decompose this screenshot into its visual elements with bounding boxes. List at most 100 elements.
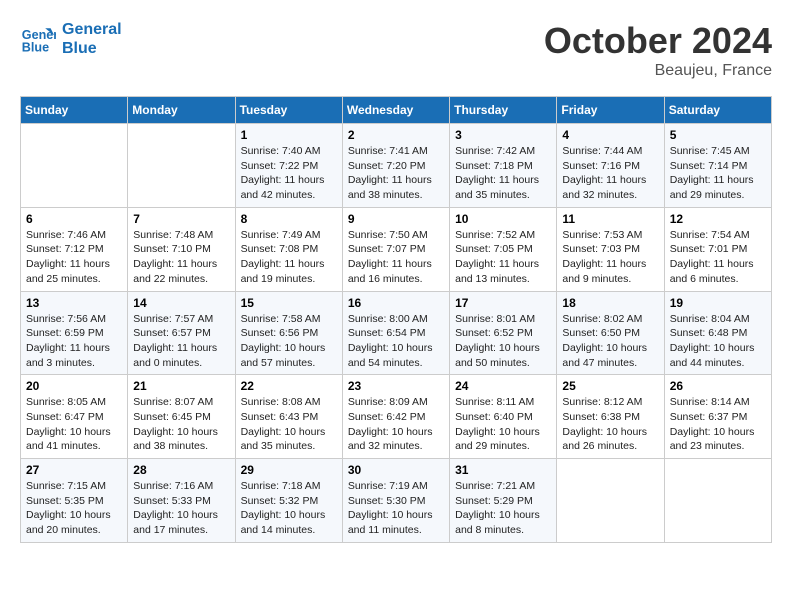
cell-daylight-info: Sunrise: 7:45 AMSunset: 7:14 PMDaylight:… — [670, 144, 766, 203]
cell-daylight-info: Sunrise: 8:14 AMSunset: 6:37 PMDaylight:… — [670, 395, 766, 454]
calendar-cell: 28 Sunrise: 7:16 AMSunset: 5:33 PMDayligh… — [128, 459, 235, 543]
svg-text:Blue: Blue — [22, 41, 49, 55]
weekday-header-thursday: Thursday — [450, 97, 557, 124]
weekday-header-wednesday: Wednesday — [342, 97, 449, 124]
calendar-cell: 17 Sunrise: 8:01 AMSunset: 6:52 PMDayligh… — [450, 291, 557, 375]
day-number: 7 — [133, 212, 229, 226]
cell-daylight-info: Sunrise: 7:46 AMSunset: 7:12 PMDaylight:… — [26, 228, 122, 287]
logo-general: General — [62, 20, 122, 39]
cell-daylight-info: Sunrise: 7:42 AMSunset: 7:18 PMDaylight:… — [455, 144, 551, 203]
calendar-week-row: 13 Sunrise: 7:56 AMSunset: 6:59 PMDayligh… — [21, 291, 772, 375]
calendar-cell: 13 Sunrise: 7:56 AMSunset: 6:59 PMDayligh… — [21, 291, 128, 375]
cell-daylight-info: Sunrise: 7:44 AMSunset: 7:16 PMDaylight:… — [562, 144, 658, 203]
cell-daylight-info: Sunrise: 7:16 AMSunset: 5:33 PMDaylight:… — [133, 479, 229, 538]
cell-daylight-info: Sunrise: 7:56 AMSunset: 6:59 PMDaylight:… — [26, 312, 122, 371]
day-number: 9 — [348, 212, 444, 226]
day-number: 19 — [670, 296, 766, 310]
calendar-cell: 31Sunrise: 7:21 AMSunset: 5:29 PMDayligh… — [450, 459, 557, 543]
calendar-cell: 6 Sunrise: 7:46 AMSunset: 7:12 PMDaylight… — [21, 207, 128, 291]
day-number: 25 — [562, 379, 658, 393]
calendar-cell: 23 Sunrise: 8:09 AMSunset: 6:42 PMDayligh… — [342, 375, 449, 459]
day-number: 15 — [241, 296, 337, 310]
day-number: 16 — [348, 296, 444, 310]
cell-daylight-info: Sunrise: 7:49 AMSunset: 7:08 PMDaylight:… — [241, 228, 337, 287]
day-number: 13 — [26, 296, 122, 310]
calendar-table: SundayMondayTuesdayWednesdayThursdayFrid… — [20, 96, 772, 543]
day-number: 4 — [562, 128, 658, 142]
day-number: 21 — [133, 379, 229, 393]
calendar-cell — [128, 124, 235, 208]
cell-daylight-info: Sunrise: 7:40 AMSunset: 7:22 PMDaylight:… — [241, 144, 337, 203]
day-number: 6 — [26, 212, 122, 226]
cell-daylight-info: Sunrise: 8:07 AMSunset: 6:45 PMDaylight:… — [133, 395, 229, 454]
day-number: 14 — [133, 296, 229, 310]
day-number: 28 — [133, 463, 229, 477]
page-header: General Blue General Blue October 2024 B… — [20, 20, 772, 80]
calendar-cell: 20Sunrise: 8:05 AMSunset: 6:47 PMDayligh… — [21, 375, 128, 459]
day-number: 27 — [26, 463, 122, 477]
calendar-week-row: 20Sunrise: 8:05 AMSunset: 6:47 PMDayligh… — [21, 375, 772, 459]
cell-daylight-info: Sunrise: 8:12 AMSunset: 6:38 PMDaylight:… — [562, 395, 658, 454]
day-number: 20 — [26, 379, 122, 393]
day-number: 30 — [348, 463, 444, 477]
weekday-header-row: SundayMondayTuesdayWednesdayThursdayFrid… — [21, 97, 772, 124]
cell-daylight-info: Sunrise: 7:15 AMSunset: 5:35 PMDaylight:… — [26, 479, 122, 538]
calendar-cell — [664, 459, 771, 543]
calendar-cell — [21, 124, 128, 208]
cell-daylight-info: Sunrise: 8:00 AMSunset: 6:54 PMDaylight:… — [348, 312, 444, 371]
cell-daylight-info: Sunrise: 8:04 AMSunset: 6:48 PMDaylight:… — [670, 312, 766, 371]
day-number: 17 — [455, 296, 551, 310]
day-number: 22 — [241, 379, 337, 393]
cell-daylight-info: Sunrise: 7:54 AMSunset: 7:01 PMDaylight:… — [670, 228, 766, 287]
day-number: 10 — [455, 212, 551, 226]
location: Beaujeu, France — [544, 62, 772, 80]
cell-daylight-info: Sunrise: 7:18 AMSunset: 5:32 PMDaylight:… — [241, 479, 337, 538]
calendar-cell: 16 Sunrise: 8:00 AMSunset: 6:54 PMDayligh… — [342, 291, 449, 375]
day-number: 8 — [241, 212, 337, 226]
day-number: 29 — [241, 463, 337, 477]
calendar-cell — [557, 459, 664, 543]
cell-daylight-info: Sunrise: 8:09 AMSunset: 6:42 PMDaylight:… — [348, 395, 444, 454]
day-number: 1 — [241, 128, 337, 142]
cell-daylight-info: Sunrise: 8:02 AMSunset: 6:50 PMDaylight:… — [562, 312, 658, 371]
day-number: 23 — [348, 379, 444, 393]
calendar-week-row: 27 Sunrise: 7:15 AMSunset: 5:35 PMDayligh… — [21, 459, 772, 543]
calendar-cell: 15 Sunrise: 7:58 AMSunset: 6:56 PMDayligh… — [235, 291, 342, 375]
weekday-header-sunday: Sunday — [21, 97, 128, 124]
calendar-cell: 12 Sunrise: 7:54 AMSunset: 7:01 PMDayligh… — [664, 207, 771, 291]
calendar-cell: 4 Sunrise: 7:44 AMSunset: 7:16 PMDaylight… — [557, 124, 664, 208]
calendar-cell: 18 Sunrise: 8:02 AMSunset: 6:50 PMDayligh… — [557, 291, 664, 375]
calendar-cell: 25 Sunrise: 8:12 AMSunset: 6:38 PMDayligh… — [557, 375, 664, 459]
calendar-cell: 9Sunrise: 7:50 AMSunset: 7:07 PMDaylight… — [342, 207, 449, 291]
calendar-cell: 10Sunrise: 7:52 AMSunset: 7:05 PMDayligh… — [450, 207, 557, 291]
calendar-cell: 11 Sunrise: 7:53 AMSunset: 7:03 PMDayligh… — [557, 207, 664, 291]
month-title: October 2024 — [544, 20, 772, 62]
weekday-header-saturday: Saturday — [664, 97, 771, 124]
cell-daylight-info: Sunrise: 7:41 AMSunset: 7:20 PMDaylight:… — [348, 144, 444, 203]
day-number: 11 — [562, 212, 658, 226]
day-number: 2 — [348, 128, 444, 142]
cell-daylight-info: Sunrise: 8:08 AMSunset: 6:43 PMDaylight:… — [241, 395, 337, 454]
calendar-cell: 26 Sunrise: 8:14 AMSunset: 6:37 PMDayligh… — [664, 375, 771, 459]
cell-daylight-info: Sunrise: 7:53 AMSunset: 7:03 PMDaylight:… — [562, 228, 658, 287]
calendar-cell: 14 Sunrise: 7:57 AMSunset: 6:57 PMDayligh… — [128, 291, 235, 375]
cell-daylight-info: Sunrise: 7:48 AMSunset: 7:10 PMDaylight:… — [133, 228, 229, 287]
cell-daylight-info: Sunrise: 7:58 AMSunset: 6:56 PMDaylight:… — [241, 312, 337, 371]
weekday-header-monday: Monday — [128, 97, 235, 124]
day-number: 3 — [455, 128, 551, 142]
calendar-week-row: 6 Sunrise: 7:46 AMSunset: 7:12 PMDaylight… — [21, 207, 772, 291]
cell-daylight-info: Sunrise: 7:19 AMSunset: 5:30 PMDaylight:… — [348, 479, 444, 538]
day-number: 18 — [562, 296, 658, 310]
calendar-cell: 19 Sunrise: 8:04 AMSunset: 6:48 PMDayligh… — [664, 291, 771, 375]
day-number: 24 — [455, 379, 551, 393]
logo-blue: Blue — [62, 39, 122, 58]
calendar-cell: 5Sunrise: 7:45 AMSunset: 7:14 PMDaylight… — [664, 124, 771, 208]
calendar-cell: 29 Sunrise: 7:18 AMSunset: 5:32 PMDayligh… — [235, 459, 342, 543]
cell-daylight-info: Sunrise: 7:57 AMSunset: 6:57 PMDaylight:… — [133, 312, 229, 371]
calendar-cell: 30 Sunrise: 7:19 AMSunset: 5:30 PMDayligh… — [342, 459, 449, 543]
logo-icon: General Blue — [20, 21, 56, 57]
day-number: 12 — [670, 212, 766, 226]
day-number: 26 — [670, 379, 766, 393]
cell-daylight-info: Sunrise: 8:01 AMSunset: 6:52 PMDaylight:… — [455, 312, 551, 371]
calendar-week-row: 1 Sunrise: 7:40 AMSunset: 7:22 PMDaylight… — [21, 124, 772, 208]
